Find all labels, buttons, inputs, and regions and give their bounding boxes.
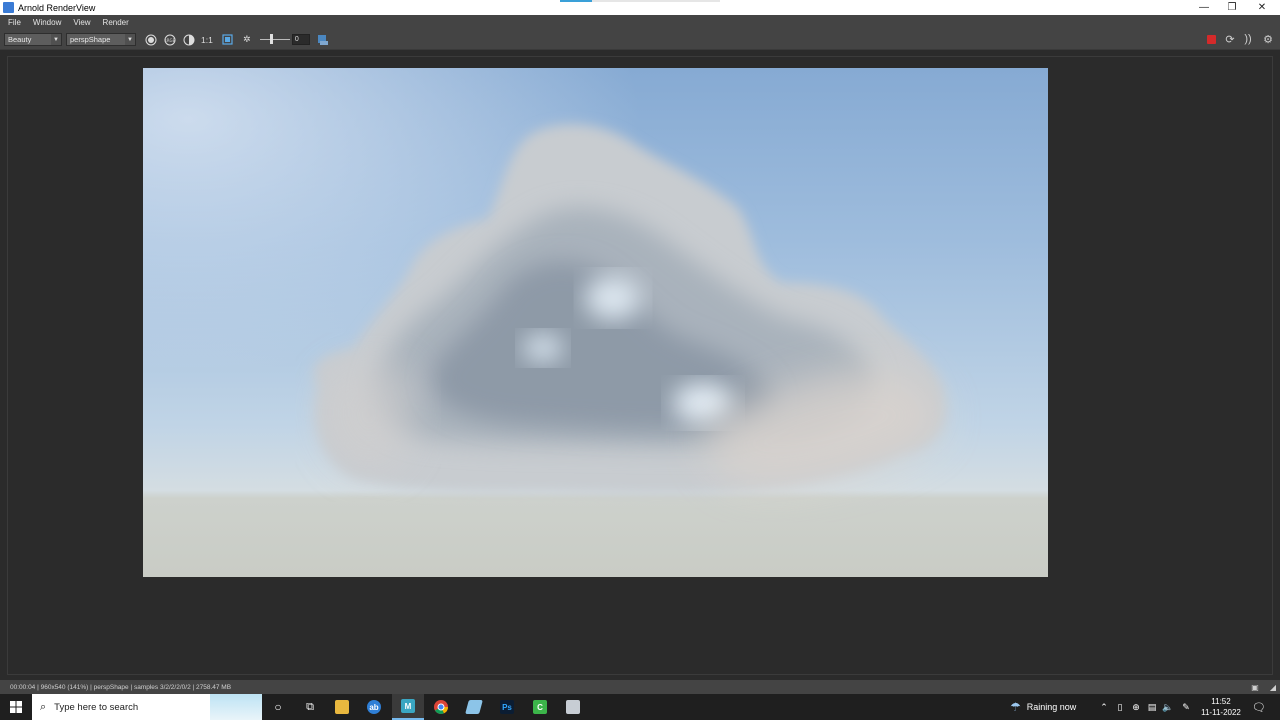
settings-gear-icon[interactable]: ⚙ [1260,31,1276,47]
browser-icon: ab [367,700,381,714]
camtasia-icon: C [533,700,547,714]
taskbar-maya[interactable]: M [392,694,424,720]
exposure-value-field[interactable]: 0 [291,34,310,45]
weather-widget[interactable]: ☂ Raining now [1010,694,1076,720]
taskbar-feather-app[interactable] [458,694,490,720]
menu-file[interactable]: File [8,18,21,27]
network-icon[interactable]: ▤ [1146,700,1158,714]
taskbar-clock[interactable]: 11:52 11-11-2022 [1198,696,1244,718]
feather-app-icon [465,700,483,714]
gear-small-icon[interactable]: ✲ [240,33,254,47]
chevron-down-icon: ▼ [51,34,61,45]
search-icon: ⌕ [40,700,47,713]
snapshot-icon[interactable]: ▣ [1250,682,1260,692]
camera-dropdown[interactable]: perspShape ▼ [66,33,136,46]
clock-time: 11:52 [1211,697,1231,706]
search-placeholder: Type here to search [54,701,139,713]
expand-icon[interactable]: ◢ [1268,682,1278,692]
window-title: Arnold RenderView [18,2,96,13]
cortana-button[interactable]: ○ [262,694,294,720]
windows-logo-icon [10,701,22,713]
device-icon[interactable]: ▯ [1114,700,1126,714]
cortana-icon: ○ [274,700,282,714]
pen-icon[interactable]: ✎ [1180,700,1192,714]
render-toolbar: Beauty ▼ perspShape ▼ sRGB 1:1 ✲ 0 [0,30,1280,50]
taskbar-photoshop[interactable]: Ps [491,694,523,720]
taskbar-camtasia[interactable]: C [524,694,556,720]
search-highlight-art [210,694,262,720]
photoshop-icon: Ps [500,700,514,714]
arnold-app-icon [3,2,14,13]
volume-icon[interactable]: 🔈 [1162,700,1174,714]
globe-icon[interactable]: ⊕ [1130,700,1142,714]
contrast-icon[interactable] [182,33,196,47]
stop-render-button[interactable] [1207,35,1216,44]
chrome-icon [434,700,448,714]
weather-text: Raining now [1026,702,1077,712]
menu-render[interactable]: Render [103,18,129,27]
aov-dropdown-value: Beauty [8,35,32,44]
maya-icon: M [401,699,415,713]
display-icon[interactable]: sRGB [163,33,177,47]
rain-cloud-icon: ☂ [1010,700,1021,714]
window-accent-strip-light [592,0,720,2]
windows-taskbar: ⌕ Type here to search ○ ⧉ ab M Ps C ☂ Ra… [0,694,1280,720]
chevron-down-icon: ▼ [125,34,135,45]
folder-icon [335,700,349,714]
start-button[interactable] [0,694,32,720]
taskbar-window-app[interactable] [557,694,589,720]
menu-view[interactable]: View [73,18,90,27]
crop-region-icon[interactable] [221,33,235,47]
window-app-icon [566,700,580,714]
exposure-slider-thumb[interactable] [269,34,273,44]
camera-dropdown-value: perspShape [70,35,111,44]
ratio-label[interactable]: 1:1 [201,35,213,45]
aov-dropdown[interactable]: Beauty ▼ [4,33,62,46]
chevron-up-icon[interactable]: ⌃ [1098,700,1110,714]
taskbar-browser[interactable]: ab [358,694,390,720]
refresh-render-icon[interactable]: ⟳ [1222,31,1238,47]
rendered-image [143,68,1048,577]
window-accent-strip [560,0,592,2]
close-button[interactable]: ✕ [1246,0,1278,15]
task-view-icon: ⧉ [306,700,314,713]
taskbar-file-explorer[interactable] [326,694,358,720]
svg-text:sRGB: sRGB [165,38,176,43]
restore-button[interactable]: ❐ [1216,0,1248,15]
clock-date: 11-11-2022 [1201,708,1241,717]
menu-bar: File Window View Render [0,15,1280,30]
cloud-render-art [143,68,1048,577]
render-status-text: 00:00:04 | 960x540 (141%) | perspShape |… [10,683,232,691]
title-bar: Arnold RenderView — ❐ ✕ [0,0,1280,15]
taskbar-chrome[interactable] [425,694,457,720]
ipr-signal-icon[interactable]: )) [1240,31,1256,47]
color-management-icon[interactable] [316,33,330,47]
rgb-channels-icon[interactable] [144,33,158,47]
menu-window[interactable]: Window [33,18,61,27]
exposure-slider[interactable] [259,34,290,44]
task-view-button[interactable]: ⧉ [294,694,326,720]
notification-icon[interactable]: 🗨 [1252,700,1266,714]
taskbar-search-box[interactable]: ⌕ Type here to search [32,694,262,720]
status-bar: 00:00:04 | 960x540 (141%) | perspShape |… [0,680,1280,694]
